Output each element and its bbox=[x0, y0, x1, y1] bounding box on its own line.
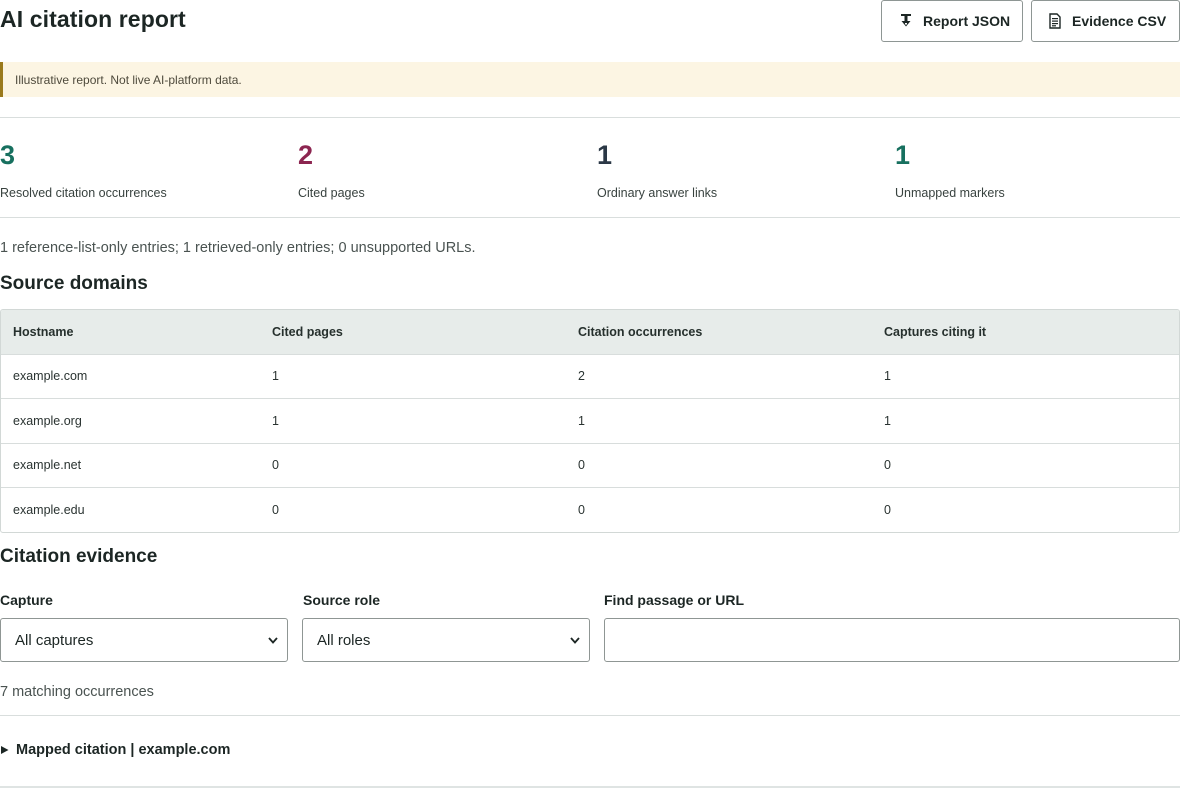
evidence-item-title: Mapped citation | example.com bbox=[16, 742, 231, 758]
stat-unmapped-markers: 1 Unmapped markers bbox=[895, 140, 1005, 200]
source-role-select[interactable]: All roles bbox=[302, 618, 590, 662]
hostname-cell: example.com bbox=[13, 369, 88, 384]
cited-pages-cell: 1 bbox=[272, 369, 279, 384]
stat-value: 1 bbox=[597, 140, 613, 170]
hostname-cell: example.org bbox=[13, 413, 82, 428]
stat-value: 2 bbox=[298, 140, 314, 170]
column-header-captures: Captures citing it bbox=[884, 324, 987, 339]
captures-cell: 0 bbox=[884, 503, 891, 517]
source-role-filter-label: Source role bbox=[303, 592, 381, 608]
column-header-citation-occurrences: Citation occurrences bbox=[578, 324, 703, 339]
notice-text: Illustrative report. Not live AI-platfor… bbox=[15, 72, 242, 87]
illustrative-notice: Illustrative report. Not live AI-platfor… bbox=[0, 62, 1180, 97]
cited-pages-cell: 0 bbox=[272, 458, 279, 473]
stat-cited-pages: 2 Cited pages bbox=[298, 140, 365, 200]
page-title: AI citation report bbox=[0, 6, 186, 32]
divider bbox=[0, 715, 1180, 716]
header-actions: Report JSON Evidence CSV bbox=[881, 0, 1180, 42]
cited-pages-cell: 0 bbox=[272, 503, 279, 517]
download-icon bbox=[898, 13, 914, 29]
table-row: example.org 1 1 1 bbox=[1, 398, 1179, 444]
cited-pages-cell: 1 bbox=[272, 413, 279, 428]
source-domains-title: Source domains bbox=[0, 273, 148, 294]
stat-value: 3 bbox=[0, 140, 16, 170]
occurrences-cell: 0 bbox=[578, 458, 585, 473]
occurrences-cell: 0 bbox=[578, 503, 585, 517]
occurrences-cell: 2 bbox=[578, 369, 585, 384]
table-row: example.net 0 0 0 bbox=[1, 443, 1179, 488]
evidence-item-toggle[interactable]: Mapped citation | example.com bbox=[0, 742, 230, 758]
column-header-hostname: Hostname bbox=[13, 324, 74, 339]
stat-label: Resolved citation occurrences bbox=[0, 186, 167, 200]
captures-cell: 1 bbox=[884, 369, 891, 384]
stat-ordinary-links: 1 Ordinary answer links bbox=[597, 140, 717, 200]
table-row: example.edu 0 0 0 bbox=[1, 487, 1179, 533]
stat-label: Unmapped markers bbox=[895, 186, 1005, 200]
table-header-row: Hostname Cited pages Citation occurrence… bbox=[1, 310, 1179, 354]
chevron-down-icon bbox=[570, 637, 580, 644]
capture-select[interactable]: All captures bbox=[0, 618, 288, 662]
captures-cell: 1 bbox=[884, 413, 891, 428]
stat-label: Ordinary answer links bbox=[597, 186, 718, 200]
stat-label: Cited pages bbox=[298, 186, 365, 200]
chevron-down-icon bbox=[268, 637, 278, 644]
divider bbox=[0, 786, 1180, 788]
stat-value: 1 bbox=[895, 140, 911, 170]
table-row: example.com 1 2 1 bbox=[1, 354, 1179, 399]
find-filter-label: Find passage or URL bbox=[604, 592, 745, 608]
divider bbox=[0, 117, 1180, 118]
report-page: AI citation report Report JSON Evidence … bbox=[0, 0, 1180, 800]
captures-cell: 0 bbox=[884, 458, 891, 473]
source-domains-table: Hostname Cited pages Citation occurrence… bbox=[0, 309, 1180, 533]
citation-evidence-title: Citation evidence bbox=[0, 546, 158, 567]
document-icon bbox=[1047, 13, 1063, 29]
report-json-button[interactable]: Report JSON bbox=[881, 0, 1023, 42]
report-json-label: Report JSON bbox=[923, 13, 1011, 29]
evidence-csv-label: Evidence CSV bbox=[1072, 13, 1167, 29]
source-role-select-value: All roles bbox=[317, 631, 371, 649]
stat-resolved-occurrences: 3 Resolved citation occurrences bbox=[0, 140, 167, 200]
capture-filter-label: Capture bbox=[0, 592, 53, 608]
entries-summary: 1 reference-list-only entries; 1 retriev… bbox=[0, 240, 476, 256]
divider bbox=[0, 217, 1180, 218]
find-passage-input[interactable] bbox=[604, 618, 1180, 662]
matching-occurrences-count: 7 matching occurrences bbox=[0, 684, 154, 700]
hostname-cell: example.edu bbox=[13, 503, 85, 517]
evidence-csv-button[interactable]: Evidence CSV bbox=[1031, 0, 1180, 42]
capture-select-value: All captures bbox=[15, 631, 94, 649]
column-header-cited-pages: Cited pages bbox=[272, 324, 343, 339]
occurrences-cell: 1 bbox=[578, 413, 585, 428]
hostname-cell: example.net bbox=[13, 458, 82, 473]
disclosure-triangle-icon bbox=[1, 746, 9, 754]
